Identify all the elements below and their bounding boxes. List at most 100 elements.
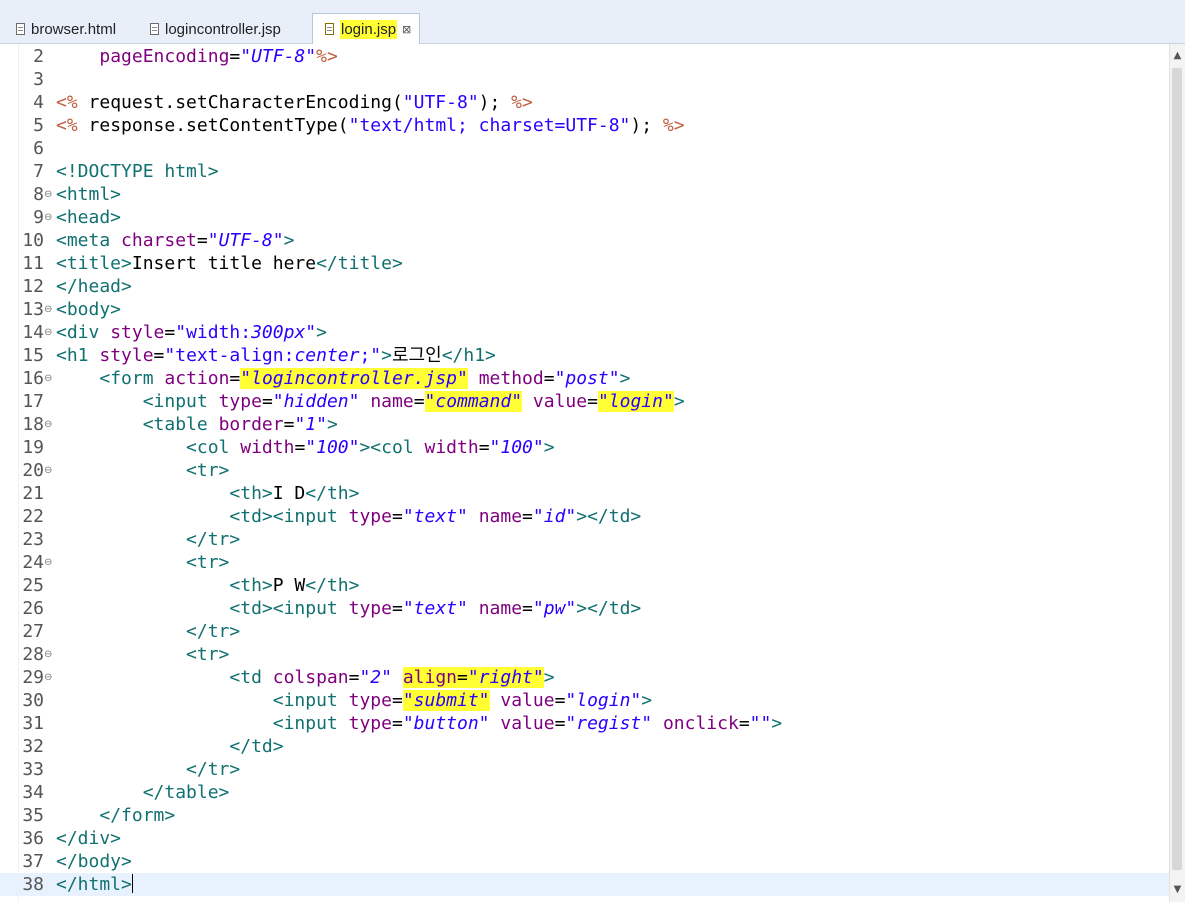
code-token: name — [478, 598, 523, 619]
code-token: </td> — [229, 736, 284, 757]
code-token: = — [348, 667, 360, 688]
line-number: 7 — [33, 161, 44, 182]
code-token: = — [587, 391, 598, 412]
fold-toggle-icon[interactable]: ⊖ — [44, 206, 54, 229]
fold-toggle-icon[interactable]: ⊖ — [44, 367, 54, 390]
code-line[interactable]: 21 <th>I D</th> — [0, 482, 1169, 505]
code-line[interactable]: 33 </tr> — [0, 758, 1169, 781]
code-line[interactable]: 23 </tr> — [0, 528, 1169, 551]
code-line[interactable]: 26 <td><input type="text" name="pw"></td… — [0, 597, 1169, 620]
code-line[interactable]: 3 — [0, 68, 1169, 91]
code-line[interactable]: 7 <!DOCTYPE html> — [0, 160, 1169, 183]
code-line[interactable]: 20 ⊖ <tr> — [0, 459, 1169, 482]
code-token: </html> — [56, 874, 132, 895]
code-line[interactable]: 19 <col width="100"><col width="100"> — [0, 436, 1169, 459]
code-line[interactable]: 16 ⊖ <form action="logincontroller.jsp" m… — [0, 367, 1169, 390]
tab-label: browser.html — [31, 20, 117, 38]
vertical-scrollbar[interactable]: ▲ ▼ — [1169, 44, 1185, 902]
code-text: <meta charset="UTF-8"> — [56, 229, 294, 252]
code-token: <tr> — [186, 552, 230, 573]
code-line[interactable]: 22 <td><input type="text" name="id"></td… — [0, 505, 1169, 528]
line-number: 33 — [22, 759, 44, 780]
tab-browser-html[interactable]: browser.html — [4, 14, 124, 44]
code-line[interactable]: 24 ⊖ <tr> — [0, 551, 1169, 574]
code-token: = — [391, 598, 403, 619]
code-token: "UTF-8" — [207, 230, 284, 251]
code-line[interactable]: 13 ⊖ <body> — [0, 298, 1169, 321]
code-token: value — [500, 690, 555, 711]
code-line[interactable]: 35 </form> — [0, 804, 1169, 827]
code-line[interactable]: 11 <title>Insert title here</title> — [0, 252, 1169, 275]
scroll-up-icon[interactable]: ▲ — [1170, 48, 1185, 64]
fold-toggle-icon[interactable]: ⊖ — [44, 643, 54, 666]
code-line[interactable]: 34 </table> — [0, 781, 1169, 804]
code-token: "submit" — [402, 690, 490, 711]
code-token: <html> — [56, 184, 122, 205]
code-token: value — [532, 391, 588, 412]
code-line[interactable]: 9 ⊖ <head> — [0, 206, 1169, 229]
code-token: method — [478, 368, 544, 389]
scrollbar-thumb[interactable] — [1172, 68, 1182, 870]
code-line[interactable]: 5 <% response.setContentType("text/html; … — [0, 114, 1169, 137]
fold-toggle-icon[interactable]: ⊖ — [44, 413, 54, 436]
code-editor[interactable]: 2 pageEncoding="UTF-8"%> 3 4 <% request.set… — [0, 44, 1169, 902]
code-token: colspan — [272, 667, 349, 688]
code-line[interactable]: 14 ⊖ <div style="width:300px"> — [0, 321, 1169, 344]
file-icon — [325, 23, 334, 35]
code-line[interactable]: 8 ⊖ <html> — [0, 183, 1169, 206]
fold-toggle-icon[interactable]: ⊖ — [44, 298, 54, 321]
tab-label: logincontroller.jsp — [165, 20, 281, 38]
code-line[interactable]: 18 ⊖ <table border="1"> — [0, 413, 1169, 436]
code-text: <col width="100"><col width="100"> — [56, 436, 555, 459]
line-number: 25 — [22, 575, 44, 596]
line-number: 18 — [22, 414, 44, 435]
code-line[interactable]: 37 </body> — [0, 850, 1169, 873]
code-line[interactable]: 28 ⊖ <tr> — [0, 643, 1169, 666]
code-line[interactable]: 6 — [0, 137, 1169, 160]
code-token: type — [218, 391, 262, 412]
code-line[interactable]: 10 <meta charset="UTF-8"> — [0, 229, 1169, 252]
close-icon[interactable]: ⊠ — [402, 23, 411, 36]
code-token: "2" — [359, 667, 392, 688]
code-line[interactable]: 38 </html> — [0, 873, 1169, 896]
code-line[interactable]: 12 </head> — [0, 275, 1169, 298]
code-token: "logincontroller.jsp" — [240, 368, 468, 389]
code-token: P W — [272, 575, 306, 596]
code-line[interactable]: 32 </td> — [0, 735, 1169, 758]
code-token: </th> — [305, 483, 360, 504]
code-line[interactable]: 17 <input type="hidden" name="command" v… — [0, 390, 1169, 413]
code-token: > — [641, 690, 653, 711]
fold-toggle-icon[interactable]: ⊖ — [44, 551, 54, 574]
code-token: I D — [272, 483, 306, 504]
code-line[interactable]: 29 ⊖ <td colspan="2" align="right"> — [0, 666, 1169, 689]
scroll-down-icon[interactable]: ▼ — [1170, 882, 1185, 898]
code-line[interactable]: 27 </tr> — [0, 620, 1169, 643]
code-line[interactable]: 30 <input type="submit" value="login"> — [0, 689, 1169, 712]
code-line[interactable]: 15 <h1 style="text-align:center;">로그인</h1… — [0, 344, 1169, 367]
code-token: = — [554, 713, 566, 734]
code-line[interactable]: 2 pageEncoding="UTF-8"%> — [0, 45, 1169, 68]
code-line[interactable]: 36 </div> — [0, 827, 1169, 850]
code-token: = — [522, 506, 533, 527]
code-line[interactable]: 25 <th>P W</th> — [0, 574, 1169, 597]
code-token: </div> — [56, 828, 122, 849]
code-line[interactable]: 31 <input type="button" value="regist" o… — [0, 712, 1169, 735]
fold-toggle-icon[interactable]: ⊖ — [44, 459, 54, 482]
fold-toggle-icon[interactable]: ⊖ — [44, 321, 54, 344]
tab-logincontroller-jsp[interactable]: logincontroller.jsp — [138, 14, 289, 44]
code-token: <head> — [56, 207, 122, 228]
code-line[interactable]: 4 <% request.setCharacterEncoding("UTF-8"… — [0, 91, 1169, 114]
tab-login-jsp[interactable]: login.jsp ⊠ — [312, 13, 421, 44]
fold-toggle-icon[interactable]: ⊖ — [44, 666, 54, 689]
code-token: "UTF-8" — [240, 46, 317, 67]
code-token: %> — [511, 92, 533, 113]
code-text: <td colspan="2" align="right"> — [56, 666, 555, 689]
fold-toggle-icon[interactable]: ⊖ — [44, 183, 54, 206]
